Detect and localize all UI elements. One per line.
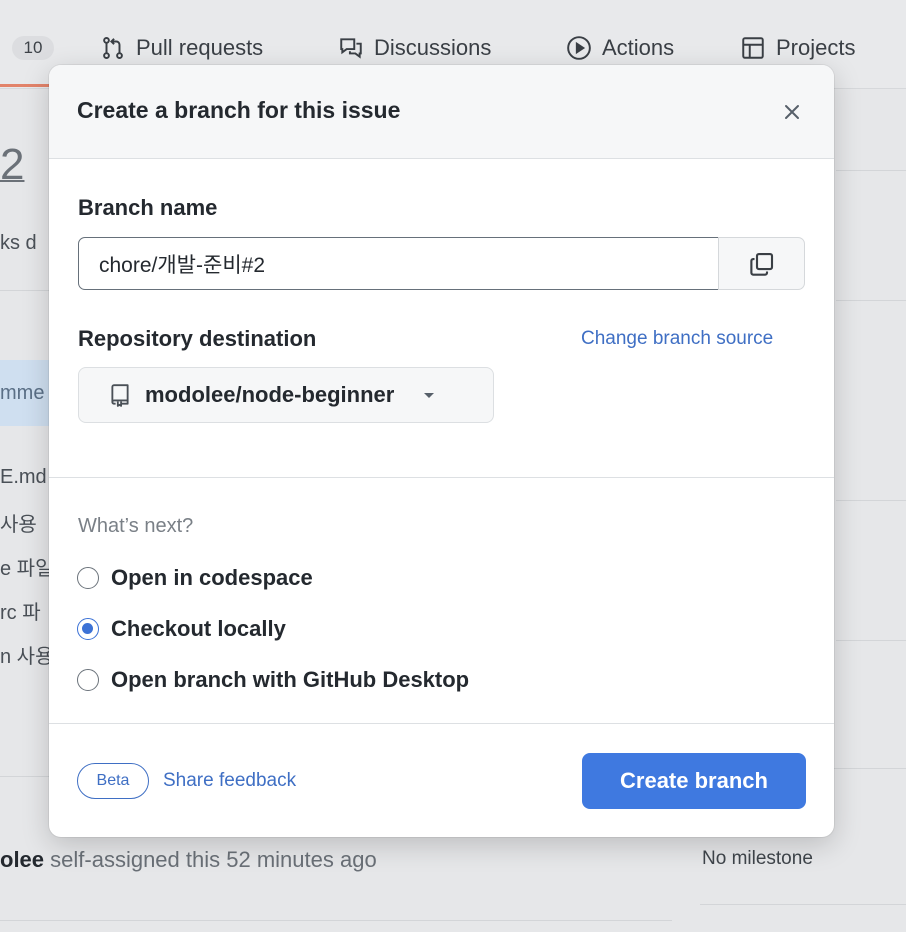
- close-icon: [785, 105, 799, 119]
- radio-button[interactable]: [77, 669, 99, 691]
- divider: [700, 904, 906, 905]
- dialog-footer: Beta Share feedback Create branch: [49, 723, 834, 837]
- repository-select[interactable]: modolee/node-beginner: [78, 367, 494, 423]
- git-pull-request-icon: [103, 37, 123, 59]
- create-branch-dialog: Create a branch for this issue Branch na…: [49, 65, 834, 837]
- nav-tab-projects[interactable]: Projects: [740, 30, 855, 66]
- close-button[interactable]: [777, 97, 807, 127]
- dialog-header: Create a branch for this issue: [49, 65, 834, 159]
- text-fragment: e 파일: [0, 558, 54, 580]
- divider: [0, 290, 50, 291]
- chevron-down-icon: [424, 393, 435, 398]
- issues-count-badge: 10: [12, 36, 54, 60]
- divider: [836, 170, 906, 171]
- nav-tab-pull-requests[interactable]: Pull requests: [100, 30, 263, 66]
- beta-badge: Beta: [77, 763, 149, 799]
- share-feedback-link[interactable]: Share feedback: [163, 770, 296, 792]
- radio-button-checked[interactable]: [77, 618, 99, 640]
- option-label: Open branch with GitHub Desktop: [111, 667, 470, 692]
- nav-tab-actions[interactable]: Actions: [566, 30, 674, 66]
- divider: [0, 776, 50, 777]
- comment-tab-label: mme: [0, 381, 45, 404]
- timeline-actor[interactable]: olee: [0, 847, 44, 872]
- play-icon: [567, 36, 591, 60]
- repository-destination-label: Repository destination: [78, 326, 317, 351]
- repo-icon: [111, 384, 129, 407]
- divider: [0, 920, 672, 921]
- copy-icon: [749, 252, 773, 276]
- nav-tab-label: Actions: [602, 35, 675, 60]
- branch-name-label: Branch name: [78, 195, 218, 220]
- nav-tab-label: Discussions: [374, 35, 492, 60]
- divider: [836, 300, 906, 301]
- option-label: Open in codespace: [111, 565, 313, 590]
- divider: [836, 640, 906, 641]
- branch-name-input[interactable]: chore/개발-준비#2: [78, 237, 719, 290]
- timeline-event: olee self-assigned this 52 minutes ago: [0, 847, 377, 873]
- tasks-fragment: ks d: [0, 232, 37, 254]
- selected-repository: modolee/node-beginner: [145, 382, 395, 407]
- option-label: Checkout locally: [111, 616, 286, 641]
- comment-discussion-icon: [340, 38, 362, 59]
- table-icon: [742, 37, 764, 59]
- comment-tab-fragment[interactable]: mme: [0, 360, 50, 426]
- text-fragment: n 사용: [0, 646, 54, 668]
- issue-number-fragment: 2: [0, 140, 25, 189]
- milestone-value: No milestone: [702, 848, 813, 869]
- active-tab-underline: [0, 84, 52, 87]
- nav-tab-label: Projects: [776, 35, 856, 60]
- whats-next-label: What’s next?: [78, 515, 194, 537]
- option-open-in-codespace[interactable]: Open in codespace: [77, 565, 313, 591]
- change-branch-source-link[interactable]: Change branch source: [581, 328, 773, 350]
- text-fragment: 사용: [0, 514, 37, 536]
- text-fragment: rc 파: [0, 602, 41, 624]
- file-fragment: E.md: [0, 466, 47, 488]
- branch-name-value: chore/개발-준비#2: [99, 253, 265, 277]
- divider: [836, 500, 906, 501]
- dialog-title: Create a branch for this issue: [77, 97, 401, 123]
- nav-tab-discussions[interactable]: Discussions: [338, 30, 491, 66]
- timeline-text: self-assigned this 52 minutes ago: [50, 847, 377, 872]
- create-branch-button[interactable]: Create branch: [582, 753, 806, 809]
- radio-button[interactable]: [77, 567, 99, 589]
- section-divider: [49, 477, 834, 478]
- option-checkout-locally[interactable]: Checkout locally: [77, 616, 286, 642]
- copy-branch-name-button[interactable]: [718, 237, 805, 290]
- nav-tab-label: Pull requests: [136, 35, 264, 60]
- option-open-with-github-desktop[interactable]: Open branch with GitHub Desktop: [77, 667, 469, 693]
